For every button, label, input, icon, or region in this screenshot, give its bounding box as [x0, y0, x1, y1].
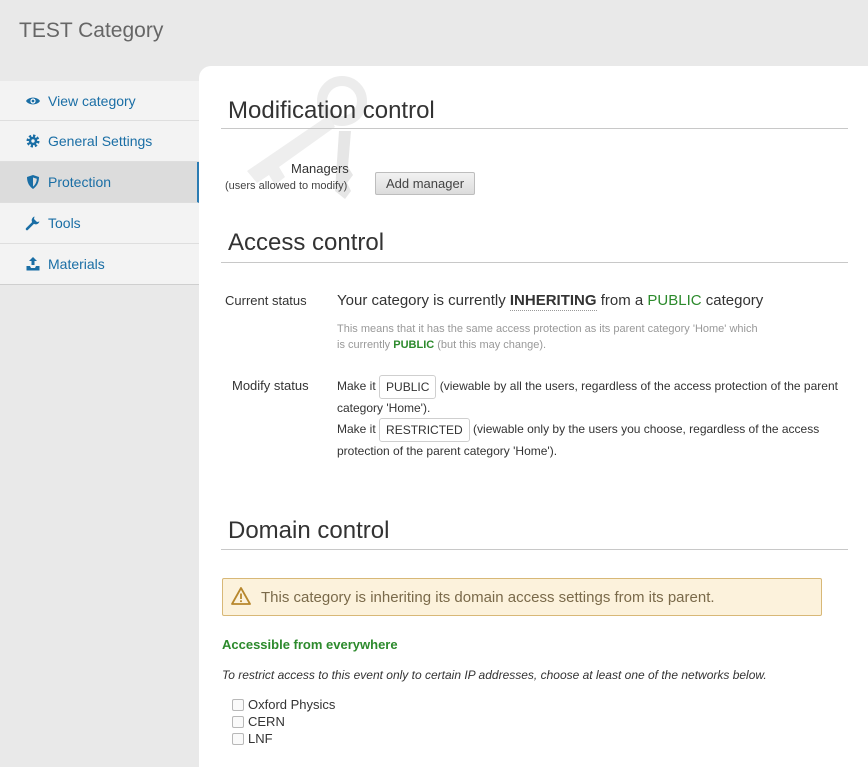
managers-label: Managers	[291, 161, 349, 176]
wrench-icon	[25, 216, 40, 231]
divider	[221, 262, 848, 263]
network-option-cern: CERN	[232, 714, 285, 729]
add-manager-button[interactable]: Add manager	[375, 172, 475, 195]
divider	[221, 549, 848, 550]
sidebar-item-label: General Settings	[48, 133, 153, 149]
sidebar-item-label: View category	[48, 92, 136, 109]
network-option-oxford: Oxford Physics	[232, 697, 335, 712]
warning-text: This category is inheriting its domain a…	[261, 589, 715, 606]
main-content: Modification control Managers (users all…	[199, 66, 868, 767]
access-title: Access control	[228, 229, 385, 256]
eye-icon	[26, 97, 40, 105]
sidebar-item-protection[interactable]: Protection	[0, 162, 199, 203]
sidebar-item-label: Protection	[48, 174, 112, 190]
current-status-text: Your category is currently INHERITING fr…	[337, 292, 764, 311]
upload-icon	[26, 257, 40, 271]
inheritance-warning: This category is inheriting its domain a…	[222, 578, 822, 616]
modify-status-label: Modify status	[232, 378, 309, 393]
parent-status: PUBLIC	[647, 292, 702, 309]
network-option-lnf: LNF	[232, 731, 273, 746]
status-note: This means that it has the same access p…	[337, 323, 758, 351]
network-checkbox[interactable]	[232, 698, 244, 711]
current-status-label: Current status	[225, 293, 307, 308]
sidebar-item-general-settings[interactable]: General Settings	[0, 121, 199, 162]
make-restricted-row: Make it RESTRICTED (viewable only by the…	[337, 418, 847, 460]
restrict-note: To restrict access to this event only to…	[222, 668, 767, 682]
status-value: INHERITING	[509, 292, 597, 311]
parent-status-badge: PUBLIC	[393, 339, 435, 351]
sidebar-item-label: Tools	[48, 215, 81, 231]
shield-icon	[27, 175, 39, 189]
make-public-row: Make it PUBLIC (viewable by all the user…	[337, 375, 847, 417]
network-checkbox[interactable]	[232, 715, 244, 728]
sidebar-item-label: Materials	[48, 256, 105, 272]
network-checkbox[interactable]	[232, 732, 244, 745]
warning-icon	[231, 587, 251, 605]
make-restricted-button[interactable]: RESTRICTED	[379, 418, 470, 442]
managers-hint: (users allowed to modify)	[225, 180, 348, 192]
gear-icon	[26, 134, 40, 148]
sidebar-item-view-category[interactable]: View category	[0, 81, 199, 121]
sidebar: View category General Settings Protectio…	[0, 81, 199, 285]
modification-title: Modification control	[228, 97, 435, 124]
make-public-button[interactable]: PUBLIC	[379, 375, 437, 399]
accessible-label: Accessible from everywhere	[222, 637, 398, 652]
keys-watermark-icon	[247, 76, 367, 199]
page-header: TEST Category	[0, 0, 868, 66]
page-title: TEST Category	[19, 19, 164, 42]
divider	[221, 128, 848, 129]
domain-title: Domain control	[228, 517, 390, 544]
sidebar-item-tools[interactable]: Tools	[0, 203, 199, 244]
sidebar-item-materials[interactable]: Materials	[0, 244, 199, 284]
